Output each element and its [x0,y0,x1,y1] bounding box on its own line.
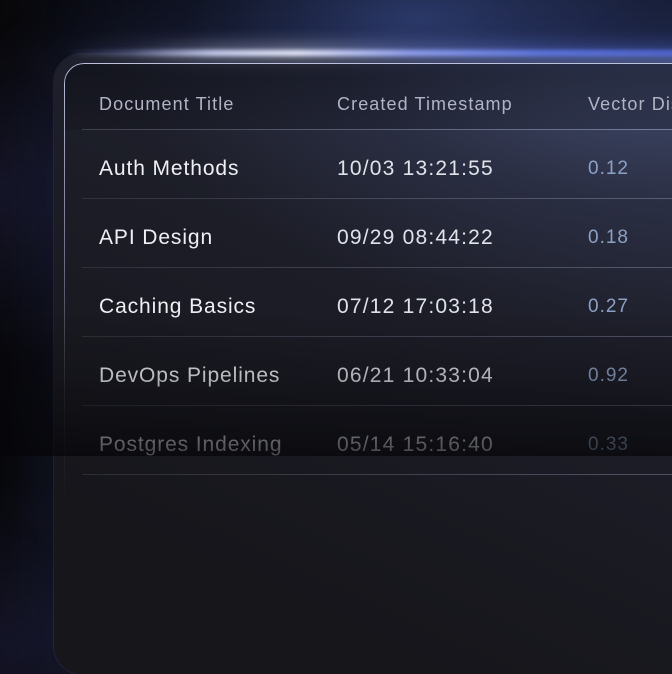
table-body: Auth Methods 10/03 13:21:55 0.12 API Des… [64,130,672,475]
vector-distance-cell: 0.92 [588,365,629,387]
document-title-cell: DevOps Pipelines [99,364,280,388]
created-timestamp-cell: 10/03 13:21:55 [337,157,494,181]
table-header-row: Document Title Created Timestamp Vector … [64,64,672,130]
created-timestamp-cell: 06/21 10:33:04 [337,364,494,388]
documents-table-card: Document Title Created Timestamp Vector … [54,54,672,674]
document-title-cell: API Design [99,226,213,250]
created-timestamp-cell: 05/14 15:16:40 [337,433,494,457]
vector-distance-cell: 0.18 [588,227,629,249]
vector-distance-cell: 0.27 [588,296,629,318]
column-header-document-title: Document Title [99,94,234,115]
created-timestamp-cell: 09/29 08:44:22 [337,226,494,250]
table-row[interactable]: DevOps Pipelines 06/21 10:33:04 0.92 [64,337,672,406]
table-row[interactable]: API Design 09/29 08:44:22 0.18 [64,199,672,268]
vector-distance-cell: 0.12 [588,158,629,180]
column-header-created-timestamp: Created Timestamp [337,94,513,115]
created-timestamp-cell: 07/12 17:03:18 [337,295,494,319]
card-top-glow [66,50,672,56]
documents-table: Document Title Created Timestamp Vector … [64,64,672,475]
table-row[interactable]: Auth Methods 10/03 13:21:55 0.12 [64,130,672,199]
document-title-cell: Auth Methods [99,157,239,181]
document-title-cell: Caching Basics [99,295,256,319]
table-row[interactable]: Postgres Indexing 05/14 15:16:40 0.33 [64,406,672,475]
table-row[interactable]: Caching Basics 07/12 17:03:18 0.27 [64,268,672,337]
vector-distance-cell: 0.33 [588,434,629,456]
document-title-cell: Postgres Indexing [99,433,282,457]
column-header-vector-distance: Vector Distance [588,94,672,115]
